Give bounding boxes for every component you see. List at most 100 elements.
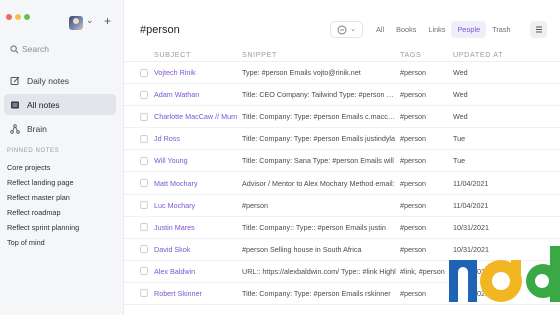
row-subject[interactable]: David Skok [154, 245, 242, 254]
row-subject[interactable]: Luc Mochary [154, 201, 242, 210]
tab-trash[interactable]: Trash [486, 21, 516, 38]
tab-all[interactable]: All [370, 21, 390, 38]
row-checkbox[interactable] [140, 156, 148, 165]
row-updated: 11/04/2021 [453, 200, 489, 210]
row-tags: #person [400, 90, 426, 100]
ncd-logo [449, 246, 560, 302]
smiley-icon [337, 25, 347, 34]
row-checkbox[interactable] [140, 201, 148, 210]
pinned-note-item[interactable]: Reflect roadmap [7, 205, 79, 220]
row-subject[interactable]: Charlotte MacCaw // Mum [154, 112, 242, 121]
row-checkbox-cell [124, 68, 154, 77]
table-row[interactable]: Justin Mares Title: Company:: Type:: #per… [124, 217, 560, 239]
minimize-window-button[interactable] [15, 14, 21, 20]
pinned-note-item[interactable]: Reflect master plan [7, 190, 79, 205]
row-checkbox[interactable] [140, 68, 148, 77]
chevron-down-icon: ⌄ [350, 26, 356, 33]
row-tags: #person [400, 134, 426, 144]
pinned-notes-list: Core projects Reflect landing page Refle… [7, 160, 79, 250]
row-checkbox-cell [124, 156, 154, 165]
row-snippet: Type: #person Emails vojto@rinik.net [242, 68, 361, 78]
row-snippet: #person Selling house in South Africa [242, 244, 362, 254]
new-note-button[interactable]: + [104, 14, 111, 28]
search-icon [10, 44, 19, 53]
row-subject[interactable]: Alex Baldwin [154, 267, 242, 276]
table-row[interactable]: Will Young Title: Company: Sana Type: #pe… [124, 150, 560, 173]
tab-books[interactable]: Books [390, 21, 422, 38]
row-checkbox[interactable] [140, 289, 148, 298]
row-tags: #person [400, 178, 426, 188]
row-snippet: Title: Company:: Type:: #person Emails j… [242, 222, 386, 232]
row-checkbox[interactable] [140, 267, 148, 276]
row-tags: #person [400, 68, 426, 78]
row-snippet: Title: Company: Type: #person Emails rsk… [242, 288, 391, 298]
row-updated: Tue [453, 156, 466, 166]
row-tags: #person [400, 244, 426, 254]
row-snippet: Title: CEO Company: Tailwind Type: #pers… [242, 90, 400, 100]
search-input[interactable] [22, 44, 112, 54]
row-checkbox-cell [124, 267, 154, 276]
tab-links[interactable]: Links [422, 21, 451, 38]
sidebar-nav: Daily notes All notes Brain [4, 70, 116, 142]
row-snippet: #person [242, 200, 268, 210]
row-snippet: Title: Company: Sana Type: #person Email… [242, 156, 394, 166]
zoom-window-button[interactable] [24, 14, 30, 20]
sidebar: ⌄ + Daily notes All notes Brain PINNED N… [0, 0, 124, 315]
row-checkbox-cell [124, 289, 154, 298]
sidebar-item-brain[interactable]: Brain [4, 118, 116, 139]
row-subject[interactable]: Jd Ross [154, 134, 242, 143]
table-row[interactable]: Adam Wathan Title: CEO Company: Tailwind … [124, 84, 560, 107]
avatar[interactable] [69, 16, 83, 30]
row-checkbox[interactable] [140, 112, 148, 121]
pinned-note-item[interactable]: Core projects [7, 160, 79, 175]
row-updated: Wed [453, 112, 468, 122]
menu-button[interactable] [530, 21, 547, 38]
pinned-note-item[interactable]: Reflect sprint planning [7, 220, 79, 235]
row-updated: Wed [453, 90, 468, 100]
table-row[interactable]: Jd Ross Title: Company: Type: #person Ema… [124, 128, 560, 151]
table-row[interactable]: Vojtech Rinik Type: #person Emails vojto@… [124, 62, 560, 85]
search-box[interactable] [6, 40, 116, 58]
list-icon [9, 99, 21, 111]
row-subject[interactable]: Matt Mochary [154, 179, 242, 188]
table-row[interactable]: Matt Mochary Advisor / Mentor to Alex Moc… [124, 172, 560, 195]
table-row[interactable]: Luc Mochary #person #person 11/04/2021 [124, 195, 560, 217]
sidebar-item-all-notes[interactable]: All notes [4, 94, 116, 115]
row-tags: #person [400, 156, 426, 166]
row-checkbox-cell [124, 179, 154, 188]
table-row[interactable]: Charlotte MacCaw // Mum Title: Company: T… [124, 106, 560, 129]
chevron-down-icon[interactable]: ⌄ [86, 15, 94, 26]
row-snippet: Title: Company: Type: #person Emails c.m… [242, 112, 397, 122]
row-checkbox[interactable] [140, 179, 148, 188]
pinned-note-item[interactable]: Reflect landing page [7, 175, 79, 190]
filter-button[interactable]: ⌄ [330, 21, 363, 38]
sidebar-item-label: All notes [27, 99, 60, 110]
row-snippet: URL:: https://alexbaldwin.com/ Type:: #l… [242, 266, 396, 276]
sidebar-item-daily-notes[interactable]: Daily notes [4, 70, 116, 91]
row-subject[interactable]: Adam Wathan [154, 90, 242, 99]
row-subject[interactable]: Will Young [154, 156, 242, 165]
edit-icon [9, 75, 21, 87]
row-tags: #person [400, 200, 426, 210]
row-tags: #person [400, 112, 426, 122]
pinned-note-item[interactable]: Top of mind [7, 235, 79, 250]
row-checkbox[interactable] [140, 90, 148, 99]
brain-icon [9, 123, 21, 135]
column-header-snippet[interactable]: SNIPPET [242, 50, 400, 59]
close-window-button[interactable] [6, 14, 12, 20]
row-checkbox-cell [124, 90, 154, 99]
page-title: #person [140, 24, 180, 36]
row-tags: #person [400, 222, 426, 232]
row-checkbox[interactable] [140, 134, 148, 143]
row-subject[interactable]: Vojtech Rinik [154, 68, 242, 77]
tab-bar: All Books Links People Trash [370, 21, 517, 38]
tab-people[interactable]: People [451, 21, 487, 38]
row-subject[interactable]: Justin Mares [154, 223, 242, 232]
column-header-updated[interactable]: UPDATED AT [453, 50, 513, 59]
column-header-subject[interactable]: SUBJECT [154, 50, 242, 59]
window-controls [6, 14, 30, 20]
column-header-tags[interactable]: TAGS [400, 50, 453, 59]
row-subject[interactable]: Robert Skinner [154, 289, 242, 298]
row-checkbox[interactable] [140, 223, 148, 232]
row-checkbox[interactable] [140, 245, 148, 254]
